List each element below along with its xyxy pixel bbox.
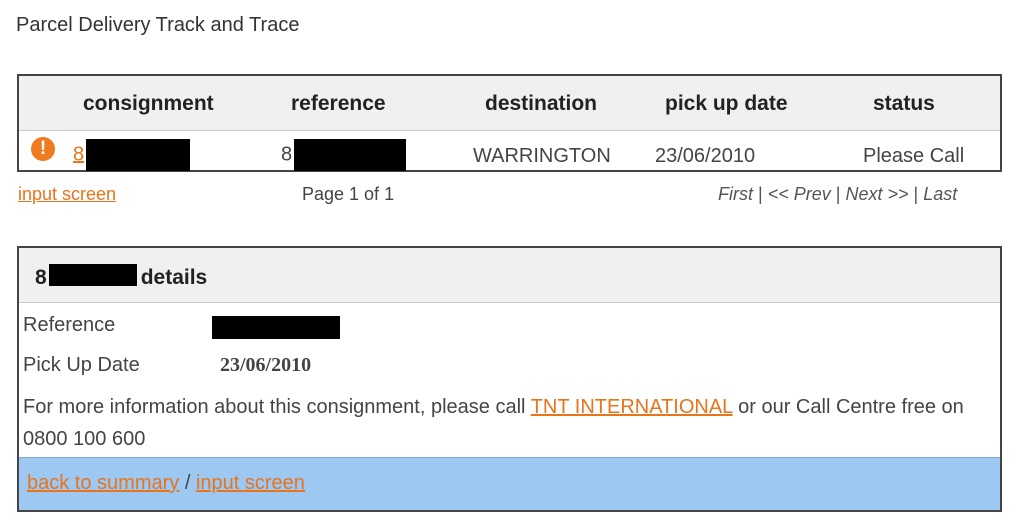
destination-cell: WARRINGTON <box>473 145 611 167</box>
phone-number: 0800 100 600 <box>23 428 146 450</box>
footer-links: back to summary / input screen <box>27 472 305 495</box>
input-screen-link[interactable]: input screen <box>18 184 116 204</box>
redaction-block <box>212 316 340 339</box>
reference-label: Reference <box>23 314 116 336</box>
reference-cell: 8 <box>281 139 407 171</box>
consignment-link[interactable]: 8 <box>73 143 84 165</box>
details-title-suffix: details <box>140 266 208 289</box>
col-pickup-date: pick up date <box>665 92 788 115</box>
details-footer: back to summary / input screen <box>19 457 1000 510</box>
back-to-summary-link[interactable]: back to summary <box>27 472 179 494</box>
input-screen-link-top[interactable]: input screen <box>18 184 116 205</box>
separator: | <box>913 184 919 204</box>
page-title: Parcel Delivery Track and Trace <box>16 14 300 36</box>
input-screen-link-bottom[interactable]: input screen <box>196 472 305 494</box>
pickup-label: Pick Up Date <box>23 354 140 376</box>
pickup-value: 23/06/2010 <box>220 354 312 376</box>
consignment-cell[interactable]: 8 <box>73 139 191 171</box>
redaction-block <box>294 139 407 171</box>
redaction-block <box>86 139 191 171</box>
page-info: Page 1 of 1 <box>302 184 395 204</box>
col-reference: reference <box>291 92 386 115</box>
col-status: status <box>873 92 935 115</box>
next-link[interactable]: Next >> <box>845 184 908 204</box>
prev-link[interactable]: << Prev <box>768 184 831 204</box>
details-header: 8 details <box>19 248 1000 303</box>
info-text-2: or our Call Centre free on <box>738 396 964 418</box>
info-text-1: For more information about this consignm… <box>23 396 526 418</box>
reference-prefix: 8 <box>281 143 293 166</box>
tnt-international-link[interactable]: TNT INTERNATIONAL <box>531 396 733 418</box>
separator: | <box>758 184 763 204</box>
table-row: ! 8 8 WARRINGTON 23/06/2010 Please Call <box>19 131 1000 173</box>
info-text: For more information about this consignm… <box>23 396 964 419</box>
details-title-prefix: 8 <box>35 266 47 289</box>
details-title: 8 details <box>35 264 207 290</box>
first-link[interactable]: First <box>718 184 753 204</box>
redaction-block <box>48 264 137 286</box>
status-cell: Please Call <box>863 145 965 167</box>
pagination: First | << Prev | Next >> | Last <box>718 184 957 205</box>
col-consignment: consignment <box>83 92 214 115</box>
results-table: consignment reference destination pick u… <box>17 74 1002 172</box>
table-header: consignment reference destination pick u… <box>19 76 1000 131</box>
col-destination: destination <box>485 92 598 115</box>
separator: | <box>835 184 841 204</box>
slash: / <box>184 472 191 494</box>
last-link[interactable]: Last <box>923 184 957 204</box>
details-panel: 8 details Reference Pick Up Date 23/06/20… <box>17 246 1002 512</box>
pickup-date-cell: 23/06/2010 <box>655 145 756 167</box>
warning-icon: ! <box>31 137 55 161</box>
